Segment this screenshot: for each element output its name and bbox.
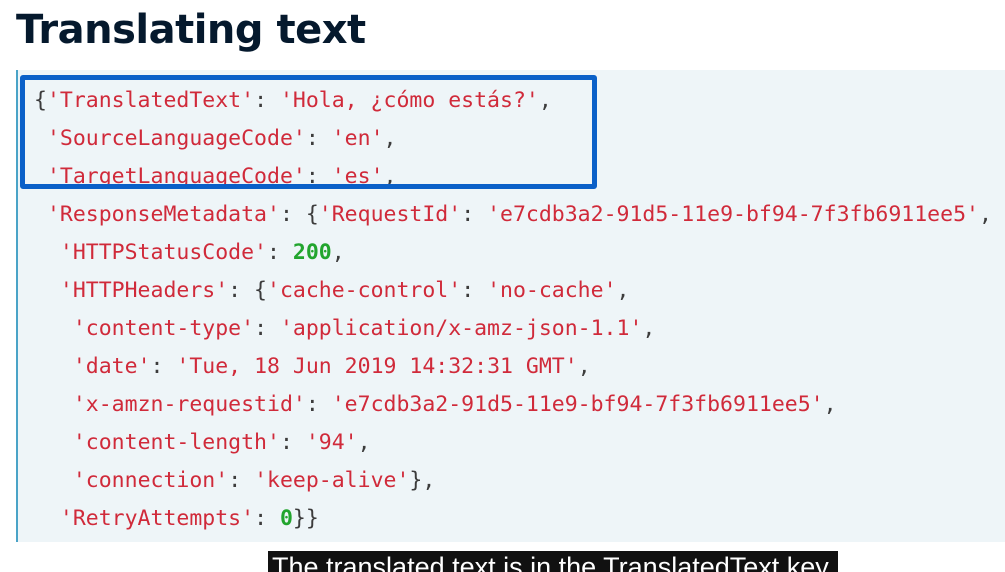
code-key-token: 'TargetLanguageCode'	[46, 164, 306, 189]
code-string-token: 'no-cache'	[487, 278, 617, 303]
code-string-token: 'es'	[331, 164, 384, 189]
code-punctuation-token: :	[267, 240, 293, 265]
code-key-token: 'TranslatedText'	[46, 88, 255, 113]
code-punctuation-token: :	[305, 126, 332, 151]
code-key-token: 'RetryAttempts'	[59, 506, 255, 531]
code-punctuation-token: :	[461, 278, 488, 303]
code-punctuation-token	[34, 126, 47, 151]
code-punctuation-token: :	[254, 316, 280, 341]
code-key-token: 'content-type'	[72, 316, 255, 341]
code-line: 'RetryAttempts': 0}}	[34, 500, 992, 538]
code-punctuation-token	[34, 468, 73, 493]
page-title: Translating text	[16, 7, 366, 53]
code-punctuation-token	[34, 240, 60, 265]
code-key-token: 'date'	[72, 354, 151, 379]
code-number-token: 200	[292, 240, 332, 265]
code-block: {'TranslatedText': 'Hola, ¿cómo estás?',…	[16, 70, 1005, 542]
code-line: 'SourceLanguageCode': 'en',	[34, 120, 992, 158]
code-line: 'connection': 'keep-alive'},	[34, 462, 992, 500]
code-punctuation-token: ,	[577, 354, 591, 379]
code-line: 'date': 'Tue, 18 Jun 2019 14:32:31 GMT',	[34, 348, 992, 386]
code-punctuation-token	[34, 278, 60, 303]
code-number-token: 0	[279, 506, 293, 531]
code-line: {'TranslatedText': 'Hola, ¿cómo estás?',	[34, 82, 992, 120]
caption-subtitle: The translated text is in the Translated…	[268, 551, 839, 572]
code-punctuation-token: ,	[357, 430, 371, 455]
code-string-token: '94'	[305, 430, 358, 455]
code-punctuation-token	[34, 164, 47, 189]
code-line: 'content-length': '94',	[34, 424, 992, 462]
code-key-token: 'HTTPHeaders'	[59, 278, 229, 303]
code-punctuation-token: {	[34, 88, 47, 113]
code-punctuation-token: }}	[292, 506, 319, 531]
code-string-token: 'application/x-amz-json-1.1'	[279, 316, 643, 341]
code-content: {'TranslatedText': 'Hola, ¿cómo estás?',…	[34, 82, 992, 538]
code-punctuation-token: },	[409, 468, 436, 493]
code-punctuation-token	[34, 202, 47, 227]
code-string-token: 'e7cdb3a2-91d5-11e9-bf94-7f3fb6911ee5'	[487, 202, 979, 227]
code-punctuation-token	[34, 354, 73, 379]
code-punctuation-token: :	[254, 506, 280, 531]
code-punctuation-token	[34, 430, 73, 455]
code-punctuation-token	[34, 316, 73, 341]
code-string-token: 'Tue, 18 Jun 2019 14:32:31 GMT'	[176, 354, 578, 379]
code-key-token: 'SourceLanguageCode'	[46, 126, 306, 151]
code-line: 'HTTPStatusCode': 200,	[34, 234, 992, 272]
code-punctuation-token: :	[254, 88, 280, 113]
code-line: 'content-type': 'application/x-amz-json-…	[34, 310, 992, 348]
code-line: 'x-amzn-requestid': 'e7cdb3a2-91d5-11e9-…	[34, 386, 992, 424]
code-string-token: 'e7cdb3a2-91d5-11e9-bf94-7f3fb6911ee5'	[331, 392, 824, 417]
code-key-token: 'cache-control'	[267, 278, 462, 303]
code-punctuation-token: :	[305, 392, 332, 417]
code-key-token: 'ResponseMetadata'	[46, 202, 280, 227]
code-string-token: 'Hola, ¿cómo estás?'	[279, 88, 539, 113]
code-punctuation-token: ,	[616, 278, 630, 303]
code-punctuation-token: : {	[228, 278, 268, 303]
code-punctuation-token: ,	[331, 240, 345, 265]
code-punctuation-token: ,	[383, 164, 397, 189]
code-punctuation-token: ,	[538, 88, 552, 113]
code-key-token: 'connection'	[72, 468, 229, 493]
code-punctuation-token: ,	[823, 392, 837, 417]
code-line: 'TargetLanguageCode': 'es',	[34, 158, 992, 196]
code-punctuation-token: ,	[383, 126, 397, 151]
code-punctuation-token: ,	[978, 202, 992, 227]
code-line: 'HTTPHeaders': {'cache-control': 'no-cac…	[34, 272, 992, 310]
code-key-token: 'RequestId'	[318, 202, 462, 227]
code-punctuation-token: : {	[279, 202, 319, 227]
code-punctuation-token: :	[228, 468, 255, 493]
code-punctuation-token	[34, 506, 60, 531]
code-key-token: 'x-amzn-requestid'	[72, 392, 306, 417]
code-string-token: 'en'	[331, 126, 384, 151]
code-punctuation-token: :	[305, 164, 332, 189]
code-key-token: 'HTTPStatusCode'	[59, 240, 267, 265]
code-punctuation-token	[34, 392, 73, 417]
code-punctuation-token: ,	[642, 316, 656, 341]
code-line: 'ResponseMetadata': {'RequestId': 'e7cdb…	[34, 196, 992, 234]
code-punctuation-token: :	[150, 354, 177, 379]
code-key-token: 'content-length'	[72, 430, 280, 455]
code-punctuation-token: :	[461, 202, 488, 227]
code-punctuation-token: :	[279, 430, 306, 455]
code-string-token: 'keep-alive'	[254, 468, 410, 493]
